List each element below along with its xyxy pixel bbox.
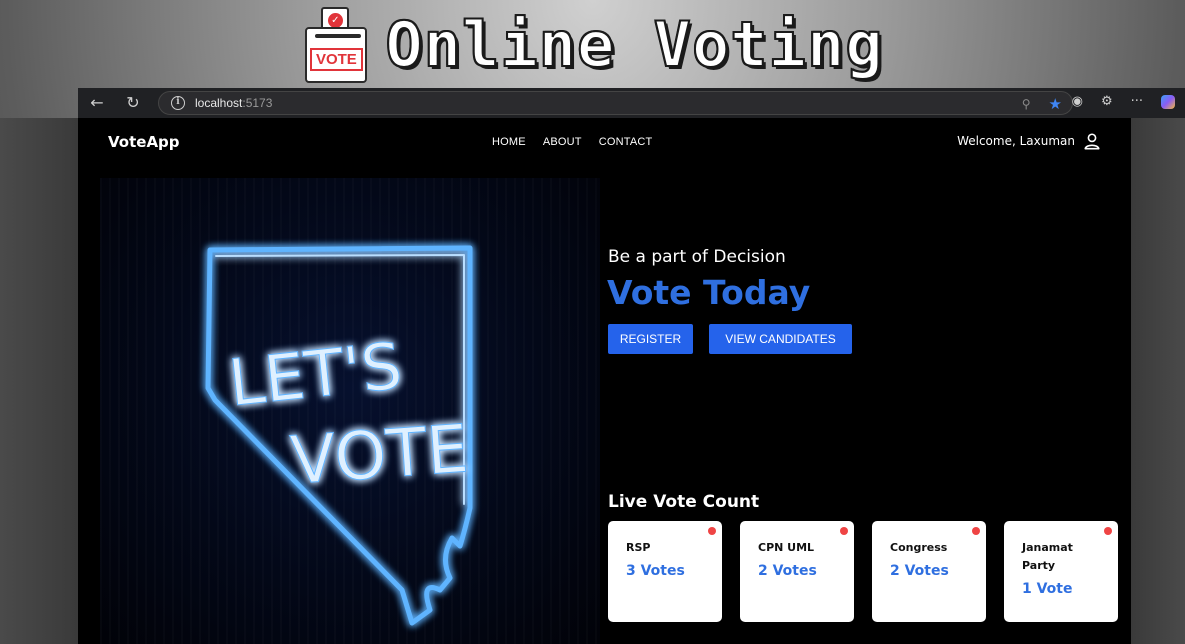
ballot-slot xyxy=(315,34,362,38)
ballot-box-icon: ✓ VOTE xyxy=(301,3,371,85)
copilot-icon[interactable] xyxy=(1161,94,1175,109)
party-name: CPN UML xyxy=(758,541,815,554)
toolbar-icons: ◉ ⚙ ··· xyxy=(1072,94,1175,109)
address-bar[interactable]: i localhost:5173 ⚲ ★ xyxy=(158,91,1073,115)
site-info-icon[interactable]: i xyxy=(171,96,185,110)
view-candidates-button[interactable]: VIEW CANDIDATES xyxy=(709,324,852,354)
url-host: localhost xyxy=(195,96,243,110)
navbar: VoteApp HOME ABOUT CONTACT Welcome, Laxu… xyxy=(78,118,1131,168)
back-arrow-icon[interactable]: ← xyxy=(86,92,108,114)
party-name: RSP xyxy=(626,541,651,554)
more-icon[interactable]: ··· xyxy=(1131,94,1143,109)
frame-right xyxy=(1131,118,1185,644)
reload-icon[interactable]: ↻ xyxy=(122,92,144,114)
nav-about[interactable]: ABOUT xyxy=(543,136,582,148)
url-text[interactable]: localhost:5173 xyxy=(195,96,272,110)
live-dot-icon xyxy=(840,527,848,535)
banner: ✓ VOTE Online Voting xyxy=(0,0,1185,88)
user-menu[interactable]: Welcome, Laxuman xyxy=(957,132,1101,150)
ballot-body: VOTE xyxy=(305,27,368,83)
extensions-icon[interactable]: ⚙ xyxy=(1101,94,1113,109)
browser-controls: ← ↻ i localhost:5173 ⚲ ★ ◉ ⚙ ··· xyxy=(78,88,1185,118)
app-viewport: VoteApp HOME ABOUT CONTACT Welcome, Laxu… xyxy=(78,118,1131,644)
register-button[interactable]: REGISTER xyxy=(608,324,693,354)
party-name: Congress xyxy=(890,541,948,554)
check-icon: ✓ xyxy=(327,12,343,28)
tracking-icon[interactable]: ◉ xyxy=(1072,94,1083,109)
vote-cards: RSP 3 Votes CPN UML 2 Votes Congress 2 V… xyxy=(608,521,1118,622)
party-name: Janamat Party xyxy=(1022,541,1073,572)
url-port: :5173 xyxy=(242,96,273,110)
live-dot-icon xyxy=(1104,527,1112,535)
banner-title: Online Voting xyxy=(384,7,884,82)
party-votes: 1 Vote xyxy=(1022,581,1073,597)
frame-left xyxy=(0,118,78,644)
nav-links: HOME ABOUT CONTACT xyxy=(492,136,652,148)
neon-text-vote: VOTE xyxy=(288,410,471,499)
party-votes: 2 Votes xyxy=(890,563,949,579)
nav-home[interactable]: HOME xyxy=(492,136,526,148)
welcome-text: Welcome, Laxuman xyxy=(957,134,1075,148)
neon-sign: LET'S VOTE xyxy=(205,245,473,626)
neon-text-lets: LET'S xyxy=(225,330,405,422)
party-card: Congress 2 Votes xyxy=(872,521,986,622)
party-card: Janamat Party 1 Vote xyxy=(1004,521,1118,622)
live-dot-icon xyxy=(708,527,716,535)
hero-subtitle: Be a part of Decision xyxy=(608,247,786,267)
star-icon[interactable]: ★ xyxy=(1049,95,1062,113)
brand-logo[interactable]: VoteApp xyxy=(108,133,180,151)
zoom-icon[interactable]: ⚲ xyxy=(1022,97,1031,111)
hero-title: Vote Today xyxy=(607,273,811,312)
user-icon[interactable] xyxy=(1083,132,1101,150)
ballot-label: VOTE xyxy=(309,47,363,71)
party-votes: 2 Votes xyxy=(758,563,817,579)
party-card: CPN UML 2 Votes xyxy=(740,521,854,622)
live-vote-count-title: Live Vote Count xyxy=(608,492,760,512)
party-votes: 3 Votes xyxy=(626,563,685,579)
party-card: RSP 3 Votes xyxy=(608,521,722,622)
nav-contact[interactable]: CONTACT xyxy=(599,136,653,148)
hero-image: LET'S VOTE xyxy=(100,178,600,644)
live-dot-icon xyxy=(972,527,980,535)
